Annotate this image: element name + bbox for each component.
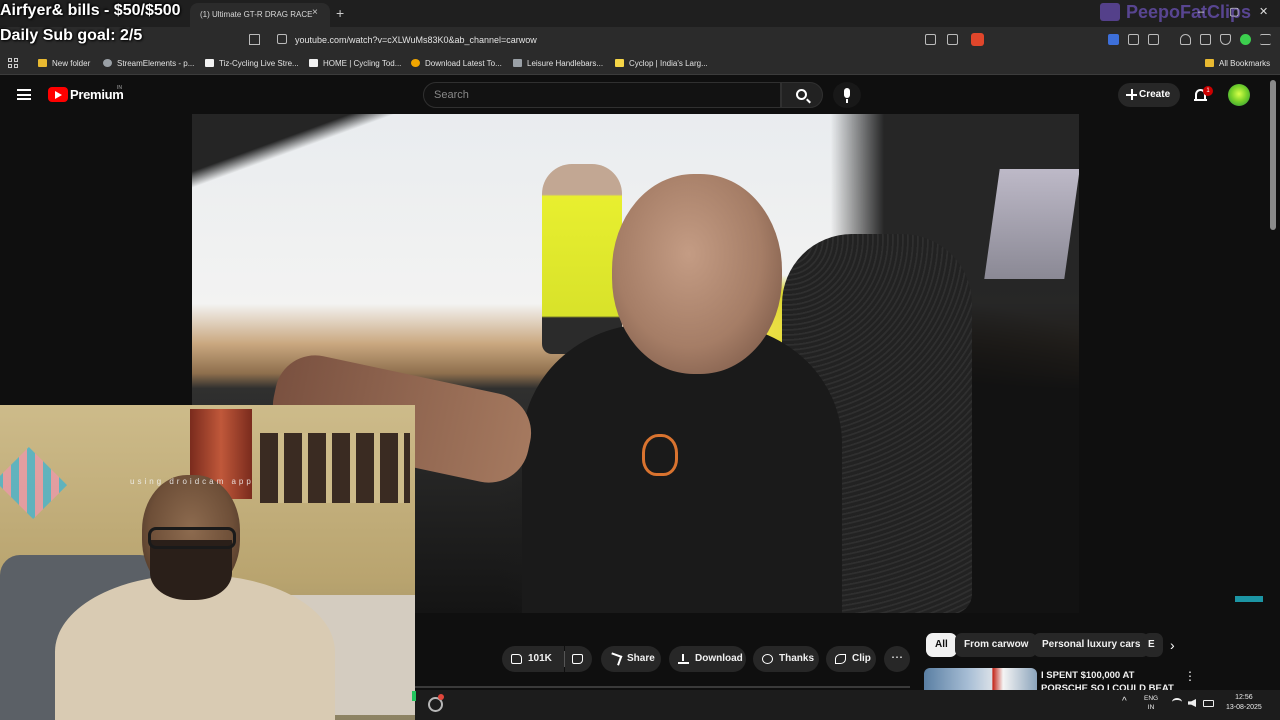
page-scrollbar[interactable] [1270,80,1276,230]
video-driver-head [612,174,782,374]
search-icon [796,89,807,100]
thanks-button[interactable]: Thanks [753,646,819,672]
webcam-overlay: using droidcam app [0,405,415,720]
minimize-button[interactable]: – [1198,6,1204,18]
sidebar-icon[interactable] [1200,34,1211,45]
video-car-window [984,169,1079,279]
streamelements-icon [103,59,112,67]
bookmark-item[interactable]: HOME | Cycling Tod... [309,53,401,75]
close-window-button[interactable]: ✕ [1259,6,1268,18]
tiz-icon [205,59,214,67]
search-button[interactable] [781,82,823,108]
bookmark-item[interactable]: StreamElements - p... [103,53,194,75]
apps-grid-icon[interactable] [8,58,19,69]
voice-search-button[interactable] [833,82,861,108]
tab-search-icon[interactable] [1148,34,1159,45]
download-site-icon [411,59,420,67]
language-indicator[interactable]: ENG IN [1144,694,1158,712]
bookmark-item[interactable]: Cyclop | India's Larg... [615,53,708,75]
more-actions-button[interactable]: ⋯ [884,646,910,672]
clip-button[interactable]: Clip [826,646,876,672]
profile-icon[interactable] [1240,34,1251,45]
bookmark-item[interactable]: Tiz-Cycling Live Stre... [205,53,299,75]
plus-icon [1126,89,1137,100]
all-bookmarks[interactable]: All Bookmarks [1205,53,1270,75]
account-avatar[interactable] [1228,84,1250,106]
extension-icon[interactable] [1108,34,1119,45]
browser-tab[interactable]: (1) Ultimate GT-R DRAG RACE [190,3,330,27]
chip-all[interactable]: All [926,633,957,657]
address-bar[interactable]: youtube.com/watch?v=cXLWuMs83K0&ab_chann… [270,30,990,50]
chevron-right-icon[interactable]: › [1170,638,1175,652]
wifi-icon[interactable] [1172,698,1182,706]
extensions-puzzle-icon[interactable] [1128,34,1139,45]
taskbar-indicator [412,691,416,701]
menu-icon[interactable] [1260,34,1271,45]
webcam-wall-frames [260,433,410,503]
webcam-pixel-art [0,446,68,520]
thumbs-down-icon [572,654,583,664]
recording-dot-icon [438,694,444,700]
bookmark-item[interactable]: New folder [38,53,90,75]
share-button[interactable]: Share [601,646,661,672]
page-icon [513,59,522,67]
brave-shield-icon[interactable] [971,33,984,46]
tab-close-icon[interactable]: × [312,7,318,19]
page-icon [309,59,318,67]
region-code: IN [117,85,122,91]
vpn-shield-icon[interactable] [1220,34,1231,45]
cyclop-icon [615,59,624,67]
thanks-icon [762,654,773,664]
maximize-button[interactable]: ▢ [1229,6,1239,18]
folder-icon [38,59,47,67]
player-corner-mark [1235,596,1263,602]
webcam-app-text: using droidcam app [130,477,254,486]
dislike-button[interactable] [565,646,592,672]
share-icon [608,652,623,666]
hamburger-menu-icon[interactable] [17,89,31,100]
recommendation-menu-icon[interactable]: ⋮ [1184,669,1196,683]
bookmark-item[interactable]: Leisure Handlebars... [513,53,603,75]
screen: (1) Ultimate GT-R DRAG RACE × + PeepoFat… [0,0,1280,720]
battery-icon[interactable] [1203,700,1214,707]
notification-count-badge: 1 [1203,86,1213,96]
video-photographer [542,164,622,354]
webcam-person-beard [150,540,232,600]
create-button[interactable]: Create [1118,83,1180,107]
chip-personal-luxury-cars[interactable]: Personal luxury cars [1033,633,1150,657]
share-page-icon[interactable] [947,34,958,45]
chip-truncated[interactable]: E [1143,633,1163,657]
search-input[interactable] [434,84,764,106]
thumbs-up-icon [511,654,522,664]
chip-from-carwow[interactable]: From carwow [955,633,1038,657]
youtube-logo-icon[interactable] [48,87,68,102]
like-button[interactable]: 101K [502,646,564,672]
sub-goal-overlay: Daily Sub goal: 2/5 [0,27,143,44]
tray-chevron-icon[interactable]: ^ [1122,696,1127,707]
microphone-icon [844,88,850,103]
youtube-premium-logo[interactable]: Premium [70,87,124,102]
donation-goal-overlay: Airfyer& bills - $50/$500 [0,2,181,19]
divider-line [415,686,910,688]
twitch-watermark-icon [1100,3,1120,21]
download-button[interactable]: Download [669,646,746,672]
scissors-icon [835,654,846,664]
recommendation-title[interactable]: I SPENT $100,000 AT PORSCHE SO I COULD B… [1041,669,1181,691]
shirt-logo [642,434,678,476]
bookmark-item[interactable]: Download Latest To... [411,53,502,75]
folder-icon [1205,59,1214,67]
cast-icon[interactable] [925,34,936,45]
new-tab-button[interactable]: + [336,5,344,21]
media-control-icon[interactable] [1180,34,1191,45]
taskbar-clock[interactable]: 12:56 13-08-2025 [1226,693,1262,713]
download-icon [678,654,689,664]
bookmark-page-icon[interactable] [249,34,260,45]
tab-title: (1) Ultimate GT-R DRAG RACE [200,10,313,19]
webcam-person-glasses [148,527,236,549]
